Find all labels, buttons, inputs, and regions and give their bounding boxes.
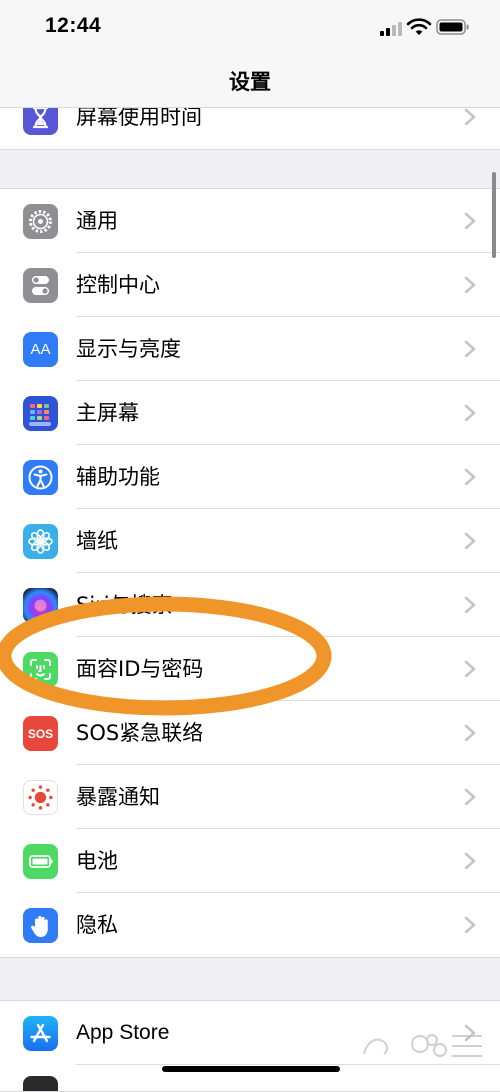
settings-row-label: 主屏幕 [76, 401, 139, 425]
face-id-icon [23, 652, 58, 687]
status-bar: 12:44 [0, 0, 500, 56]
group-general-settings: 通用 控制中心 AA 显示与亮度 主屏幕 辅助功能 墙纸 Siri与搜索 面容I… [0, 188, 500, 958]
settings-row-label: SOS紧急联络 [76, 721, 204, 745]
chevron-right-icon [464, 916, 476, 934]
settings-row-label: Siri与搜索 [76, 593, 173, 617]
toggles-icon [23, 268, 58, 303]
settings-row-label: 隐私 [76, 913, 118, 937]
settings-row-label: 面容ID与密码 [76, 657, 204, 681]
chevron-right-icon [464, 276, 476, 294]
settings-row-label: 电池 [76, 849, 118, 873]
chevron-right-icon [464, 852, 476, 870]
chevron-right-icon [464, 724, 476, 742]
navigation-bar: 设置 [0, 56, 500, 108]
settings-row-privacy[interactable]: 隐私 [0, 893, 500, 957]
settings-row-label: App Store [76, 1021, 170, 1044]
watermark-logo [363, 1034, 482, 1057]
hand-icon [23, 908, 58, 943]
chevron-right-icon [464, 596, 476, 614]
settings-row-label: 辅助功能 [76, 465, 160, 489]
settings-list[interactable]: 屏幕使用时间 通用 控制中心 AA 显示与亮度 主屏幕 辅助功能 墙纸 Siri… [0, 0, 500, 1092]
chevron-right-icon [464, 404, 476, 422]
settings-row-label: 暴露通知 [76, 785, 160, 809]
chevron-right-icon [464, 108, 476, 126]
home-indicator[interactable] [162, 1066, 340, 1072]
home-grid-icon [23, 396, 58, 431]
chevron-right-icon [464, 212, 476, 230]
settings-row-home-screen[interactable]: 主屏幕 [0, 381, 500, 445]
settings-row-label: 墙纸 [76, 529, 118, 553]
gear-icon [23, 204, 58, 239]
accessibility-icon [23, 460, 58, 495]
settings-row-display-brightness[interactable]: AA 显示与亮度 [0, 317, 500, 381]
page-title: 设置 [229, 70, 271, 94]
aa-icon-text: AA [30, 341, 51, 358]
scroll-indicator [492, 172, 496, 258]
sos-icon: SOS [23, 716, 58, 751]
settings-row-control-center[interactable]: 控制中心 [0, 253, 500, 317]
battery-status-icon [436, 19, 469, 35]
siri-icon [23, 588, 58, 623]
settings-row-general[interactable]: 通用 [0, 189, 500, 253]
next-row-partial-icon [23, 1076, 58, 1091]
settings-row-label: 通用 [76, 209, 118, 233]
chevron-right-icon [464, 660, 476, 678]
sos-icon-text: SOS [27, 726, 54, 741]
settings-row-label: 控制中心 [76, 273, 160, 297]
chevron-right-icon [464, 468, 476, 486]
status-time: 12:44 [45, 14, 102, 37]
settings-row-accessibility[interactable]: 辅助功能 [0, 445, 500, 509]
settings-row-exposure-notifications[interactable]: 暴露通知 [0, 765, 500, 829]
chevron-right-icon [464, 532, 476, 550]
chevron-right-icon [464, 340, 476, 358]
settings-row-battery[interactable]: 电池 [0, 829, 500, 893]
app-store-icon [23, 1016, 58, 1051]
settings-row-emergency-sos[interactable]: SOS SOS紧急联络 [0, 701, 500, 765]
cellular-signal-icon [380, 20, 404, 36]
exposure-icon [23, 780, 58, 815]
settings-row-siri-search[interactable]: Siri与搜索 [0, 573, 500, 637]
flower-icon [23, 524, 58, 559]
settings-row-face-id-passcode[interactable]: 面容ID与密码 [0, 637, 500, 701]
chevron-right-icon [464, 788, 476, 806]
battery-icon [23, 844, 58, 879]
wifi-icon [406, 18, 432, 35]
aa-icon: AA [23, 332, 58, 367]
settings-row-label: 显示与亮度 [76, 337, 181, 361]
settings-row-wallpaper[interactable]: 墙纸 [0, 509, 500, 573]
